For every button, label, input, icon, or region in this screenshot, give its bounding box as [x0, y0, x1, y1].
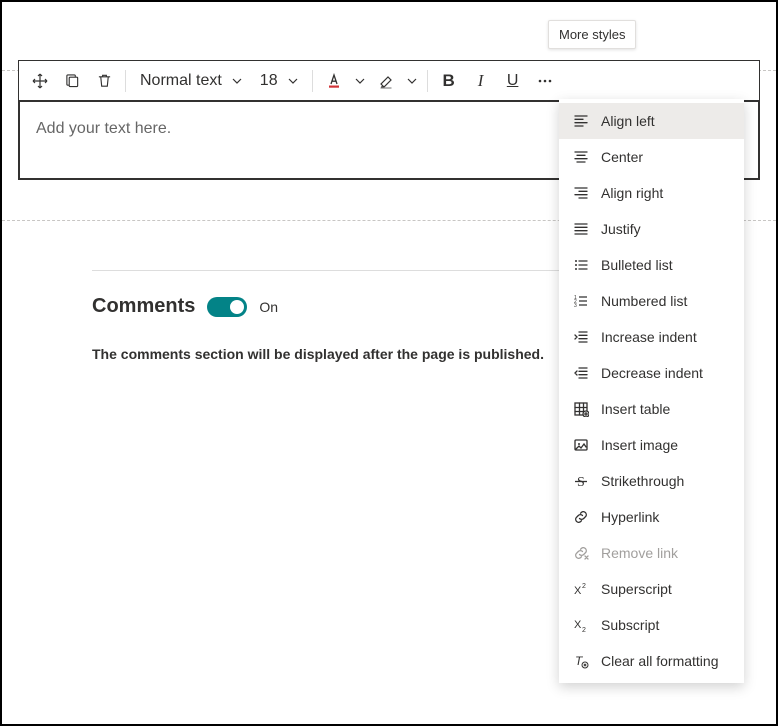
menu-item-label: Decrease indent [601, 365, 703, 381]
menu-item-insert-image[interactable]: Insert image [559, 427, 744, 463]
menu-item-hyperlink[interactable]: Hyperlink [559, 499, 744, 535]
menu-item-numbered-list[interactable]: 123 Numbered list [559, 283, 744, 319]
menu-item-insert-table[interactable]: Insert table [559, 391, 744, 427]
menu-item-label: Justify [601, 221, 641, 237]
italic-icon: I [478, 71, 484, 91]
menu-item-label: Align left [601, 113, 655, 129]
insert-image-icon [573, 437, 589, 453]
subscript-icon: X2 [573, 617, 589, 633]
justify-icon [573, 221, 589, 237]
menu-item-align-right[interactable]: Align right [559, 175, 744, 211]
menu-item-decrease-indent[interactable]: Decrease indent [559, 355, 744, 391]
font-size-dropdown[interactable]: 18 [252, 66, 306, 96]
menu-item-label: Strikethrough [601, 473, 684, 489]
highlight-color-chevron[interactable] [403, 66, 421, 96]
underline-icon: U [507, 72, 519, 90]
comments-heading: Comments [92, 295, 195, 318]
more-styles-menu: Align left Center Align right Justify Bullet… [559, 99, 744, 683]
svg-text:X: X [574, 619, 582, 631]
menu-item-label: Align right [601, 185, 663, 201]
separator [427, 70, 428, 92]
font-size-value: 18 [260, 72, 278, 90]
text-toolbar: Normal text 18 B I U [18, 60, 760, 100]
bulleted-list-icon [573, 257, 589, 273]
menu-item-label: Increase indent [601, 329, 697, 345]
highlight-color-button[interactable] [371, 66, 401, 96]
clear-all-formatting-icon: T [573, 653, 589, 669]
center-icon [573, 149, 589, 165]
menu-item-center[interactable]: Center [559, 139, 744, 175]
bold-button[interactable]: B [434, 66, 464, 96]
menu-item-remove-link: Remove link [559, 535, 744, 571]
menu-item-label: Subscript [601, 617, 659, 633]
italic-button[interactable]: I [466, 66, 496, 96]
comments-toggle[interactable] [207, 297, 247, 317]
paragraph-style-label: Normal text [140, 72, 222, 90]
menu-item-justify[interactable]: Justify [559, 211, 744, 247]
remove-link-icon [573, 545, 589, 561]
menu-item-strikethrough[interactable]: S Strikethrough [559, 463, 744, 499]
chevron-down-icon [232, 76, 242, 86]
svg-text:X: X [574, 585, 582, 597]
bold-icon: B [442, 71, 454, 91]
align-right-icon [573, 185, 589, 201]
menu-item-clear-all-formatting[interactable]: T Clear all formatting [559, 643, 744, 679]
font-color-button[interactable] [319, 66, 349, 96]
menu-item-bulleted-list[interactable]: Bulleted list [559, 247, 744, 283]
move-icon[interactable] [25, 66, 55, 96]
tooltip-text: More styles [559, 27, 625, 42]
underline-button[interactable]: U [498, 66, 528, 96]
svg-text:2: 2 [582, 583, 586, 590]
numbered-list-icon: 123 [573, 293, 589, 309]
decrease-indent-icon [573, 365, 589, 381]
tooltip-more-styles: More styles [548, 20, 636, 49]
separator [312, 70, 313, 92]
menu-item-label: Insert table [601, 401, 670, 417]
menu-item-label: Remove link [601, 545, 678, 561]
hyperlink-icon [573, 509, 589, 525]
chevron-down-icon [288, 76, 298, 86]
font-color-chevron[interactable] [351, 66, 369, 96]
menu-item-label: Superscript [601, 581, 672, 597]
editor-placeholder: Add your text here. [36, 120, 171, 137]
menu-item-label: Center [601, 149, 643, 165]
menu-item-label: Insert image [601, 437, 678, 453]
menu-item-label: Numbered list [601, 293, 687, 309]
separator [125, 70, 126, 92]
align-left-icon [573, 113, 589, 129]
delete-icon[interactable] [89, 66, 119, 96]
svg-text:2: 2 [582, 627, 586, 633]
menu-item-label: Clear all formatting [601, 653, 719, 669]
menu-item-label: Hyperlink [601, 509, 659, 525]
menu-item-label: Bulleted list [601, 257, 673, 273]
copy-icon[interactable] [57, 66, 87, 96]
increase-indent-icon [573, 329, 589, 345]
menu-item-increase-indent[interactable]: Increase indent [559, 319, 744, 355]
menu-item-subscript[interactable]: X2 Subscript [559, 607, 744, 643]
svg-text:3: 3 [574, 303, 577, 309]
insert-table-icon [573, 401, 589, 417]
strikethrough-icon: S [573, 473, 589, 489]
menu-item-align-left[interactable]: Align left [559, 103, 744, 139]
more-styles-button[interactable] [530, 66, 560, 96]
paragraph-style-dropdown[interactable]: Normal text [132, 66, 250, 96]
superscript-icon: X2 [573, 581, 589, 597]
menu-item-superscript[interactable]: X2 Superscript [559, 571, 744, 607]
comments-toggle-label: On [259, 299, 278, 315]
